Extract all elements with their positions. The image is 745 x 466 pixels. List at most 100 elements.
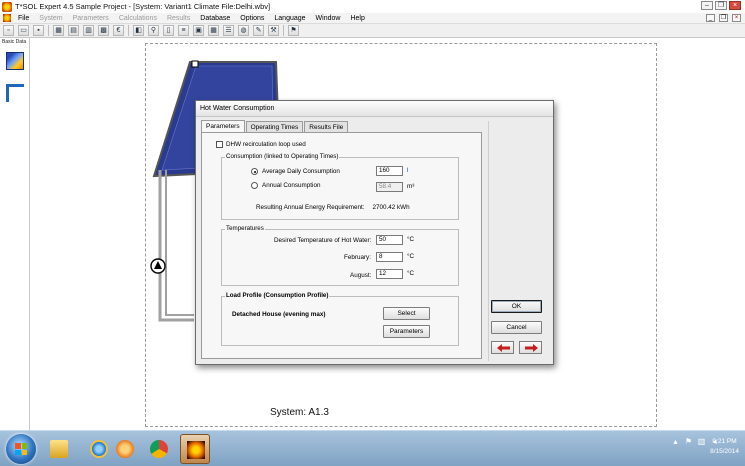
desired-temperature-unit: °C <box>407 236 415 243</box>
toolbar-separator <box>48 25 49 36</box>
menu-calculations[interactable]: Calculations <box>114 15 162 22</box>
energy-requirement-row: Resulting Annual Energy Requirement: 270… <box>256 204 410 211</box>
select-profile-button[interactable]: Select <box>383 307 430 320</box>
menu-system[interactable]: System <box>34 15 67 22</box>
clock-time: 9:21 PM <box>712 438 737 445</box>
annual-consumption-unit: m³ <box>407 183 415 190</box>
arrow-right-icon <box>525 344 538 352</box>
energy-requirement-label: Resulting Annual Energy Requirement: <box>256 204 365 211</box>
tab-parameters[interactable]: Parameters <box>201 120 245 132</box>
february-temperature-unit: °C <box>407 253 415 260</box>
taskbar-tsol[interactable] <box>180 434 210 464</box>
window-title: T*SOL Expert 4.5 Sample Project - [Syste… <box>15 2 271 11</box>
list-icon[interactable]: ☰ <box>223 25 234 36</box>
chart-icon[interactable]: ▦ <box>53 25 64 36</box>
recirculation-checkbox-row[interactable]: DHW recirculation loop used <box>216 141 306 148</box>
zoom-icon[interactable]: ⚲ <box>148 25 159 36</box>
august-temperature-input[interactable]: 12 <box>376 269 403 279</box>
media-player-icon <box>116 440 134 458</box>
february-temperature-input[interactable]: 8 <box>376 252 403 262</box>
document-restore-button[interactable]: ❐ <box>719 14 728 22</box>
daily-consumption-radio[interactable] <box>251 168 258 175</box>
taskbar-chrome[interactable] <box>144 434 174 464</box>
recirculation-label: DHW recirculation loop used <box>226 141 306 148</box>
collector-icon[interactable] <box>6 52 24 70</box>
flag-tray-icon[interactable]: ⚑ <box>684 437 693 446</box>
tray-arrow-icon[interactable]: ▴ <box>671 437 680 446</box>
new-file-icon[interactable]: ▫ <box>3 25 14 36</box>
annual-consumption-input[interactable]: 58.4 <box>376 182 403 192</box>
load-profile-group-title: Load Profile (Consumption Profile) <box>225 292 330 299</box>
save-icon[interactable]: ▪ <box>33 25 44 36</box>
basic-data-label: Basic Data <box>2 39 27 45</box>
menu-options[interactable]: Options <box>235 15 269 22</box>
pipe-icon[interactable] <box>6 84 24 102</box>
load-profile-name: Detached House (evening max) <box>232 311 326 318</box>
previous-button[interactable] <box>491 341 514 354</box>
start-button[interactable] <box>6 434 36 464</box>
next-button[interactable] <box>519 341 542 354</box>
cancel-button[interactable]: Cancel <box>491 321 542 334</box>
document-window-controls: _ ❐ × <box>706 14 741 22</box>
clock-date: 8/15/2014 <box>710 448 739 455</box>
calc-icon[interactable]: ▩ <box>98 25 109 36</box>
daily-consumption-option[interactable]: Average Daily Consumption <box>251 168 340 175</box>
energy-requirement-value: 2700.42 kWh <box>372 204 410 211</box>
preview-icon[interactable]: ◧ <box>133 25 144 36</box>
minimize-window-button[interactable]: – <box>701 1 713 10</box>
menu-language[interactable]: Language <box>269 15 310 22</box>
ok-button[interactable]: OK <box>491 300 542 313</box>
grid-icon[interactable]: ▦ <box>208 25 219 36</box>
text-icon[interactable]: ≡ <box>178 25 189 36</box>
system-label: System: A1.3 <box>270 407 329 418</box>
desired-temperature-input[interactable]: 50 <box>376 235 403 245</box>
restore-window-button[interactable]: ❐ <box>715 1 727 10</box>
document-icon[interactable]: ▯ <box>163 25 174 36</box>
close-window-button[interactable]: × <box>729 1 741 10</box>
windows-logo-icon <box>15 443 27 455</box>
hot-water-consumption-dialog: Hot Water Consumption Parameters Operati… <box>195 100 554 365</box>
document-close-button[interactable]: × <box>732 14 741 22</box>
tsol-icon <box>187 441 205 459</box>
explorer-icon <box>50 440 68 458</box>
menu-help[interactable]: Help <box>345 15 369 22</box>
recirculation-checkbox[interactable] <box>216 141 223 148</box>
document-minimize-button[interactable]: _ <box>706 14 715 22</box>
desired-temperature-label: Desired Temperature of Hot Water: <box>274 237 372 244</box>
tab-results-file[interactable]: Results File <box>304 121 349 132</box>
document-system-icon[interactable] <box>3 14 11 22</box>
globe-icon[interactable]: ◍ <box>238 25 249 36</box>
table-icon[interactable]: ▤ <box>68 25 79 36</box>
flag-icon[interactable]: ⚑ <box>288 25 299 36</box>
profile-parameters-button[interactable]: Parameters <box>383 325 430 338</box>
menu-bar: File System Parameters Calculations Resu… <box>0 13 745 24</box>
collector-handle[interactable] <box>191 60 199 68</box>
clock[interactable]: 9:21 PM 8/15/2014 <box>710 437 739 457</box>
ie-icon <box>90 440 108 458</box>
toolbar: ▫ ▭ ▪ ▦ ▤ ▥ ▩ € ◧ ⚲ ▯ ≡ ▣ ▦ ☰ ◍ ✎ ⚒ ⚑ <box>0 24 745 38</box>
euro-icon[interactable]: € <box>113 25 124 36</box>
menu-file[interactable]: File <box>13 15 34 22</box>
open-folder-icon[interactable]: ▭ <box>18 25 29 36</box>
menu-database[interactable]: Database <box>195 15 235 22</box>
consumption-group-title: Consumption (linked to Operating Times) <box>225 153 340 160</box>
toolbar-separator <box>128 25 129 36</box>
network-icon[interactable]: ▥ <box>697 437 706 446</box>
temperatures-group-title: Temperatures <box>225 225 265 232</box>
tools-icon[interactable]: ⚒ <box>268 25 279 36</box>
menu-parameters[interactable]: Parameters <box>68 15 114 22</box>
tab-operating-times[interactable]: Operating Times <box>245 121 304 132</box>
window-controls: – ❐ × <box>701 1 741 10</box>
dialog-title: Hot Water Consumption <box>196 101 553 117</box>
menu-window[interactable]: Window <box>311 15 346 22</box>
edit-icon[interactable]: ✎ <box>253 25 264 36</box>
annual-consumption-option[interactable]: Annual Consumption <box>251 182 320 189</box>
report-icon[interactable]: ▥ <box>83 25 94 36</box>
image-icon[interactable]: ▣ <box>193 25 204 36</box>
menu-results[interactable]: Results <box>162 15 195 22</box>
daily-consumption-input[interactable]: 160 <box>376 166 403 176</box>
dialog-divider <box>488 121 489 361</box>
taskbar-media-player[interactable] <box>110 434 140 464</box>
annual-consumption-radio[interactable] <box>251 182 258 189</box>
taskbar-explorer[interactable] <box>44 434 74 464</box>
